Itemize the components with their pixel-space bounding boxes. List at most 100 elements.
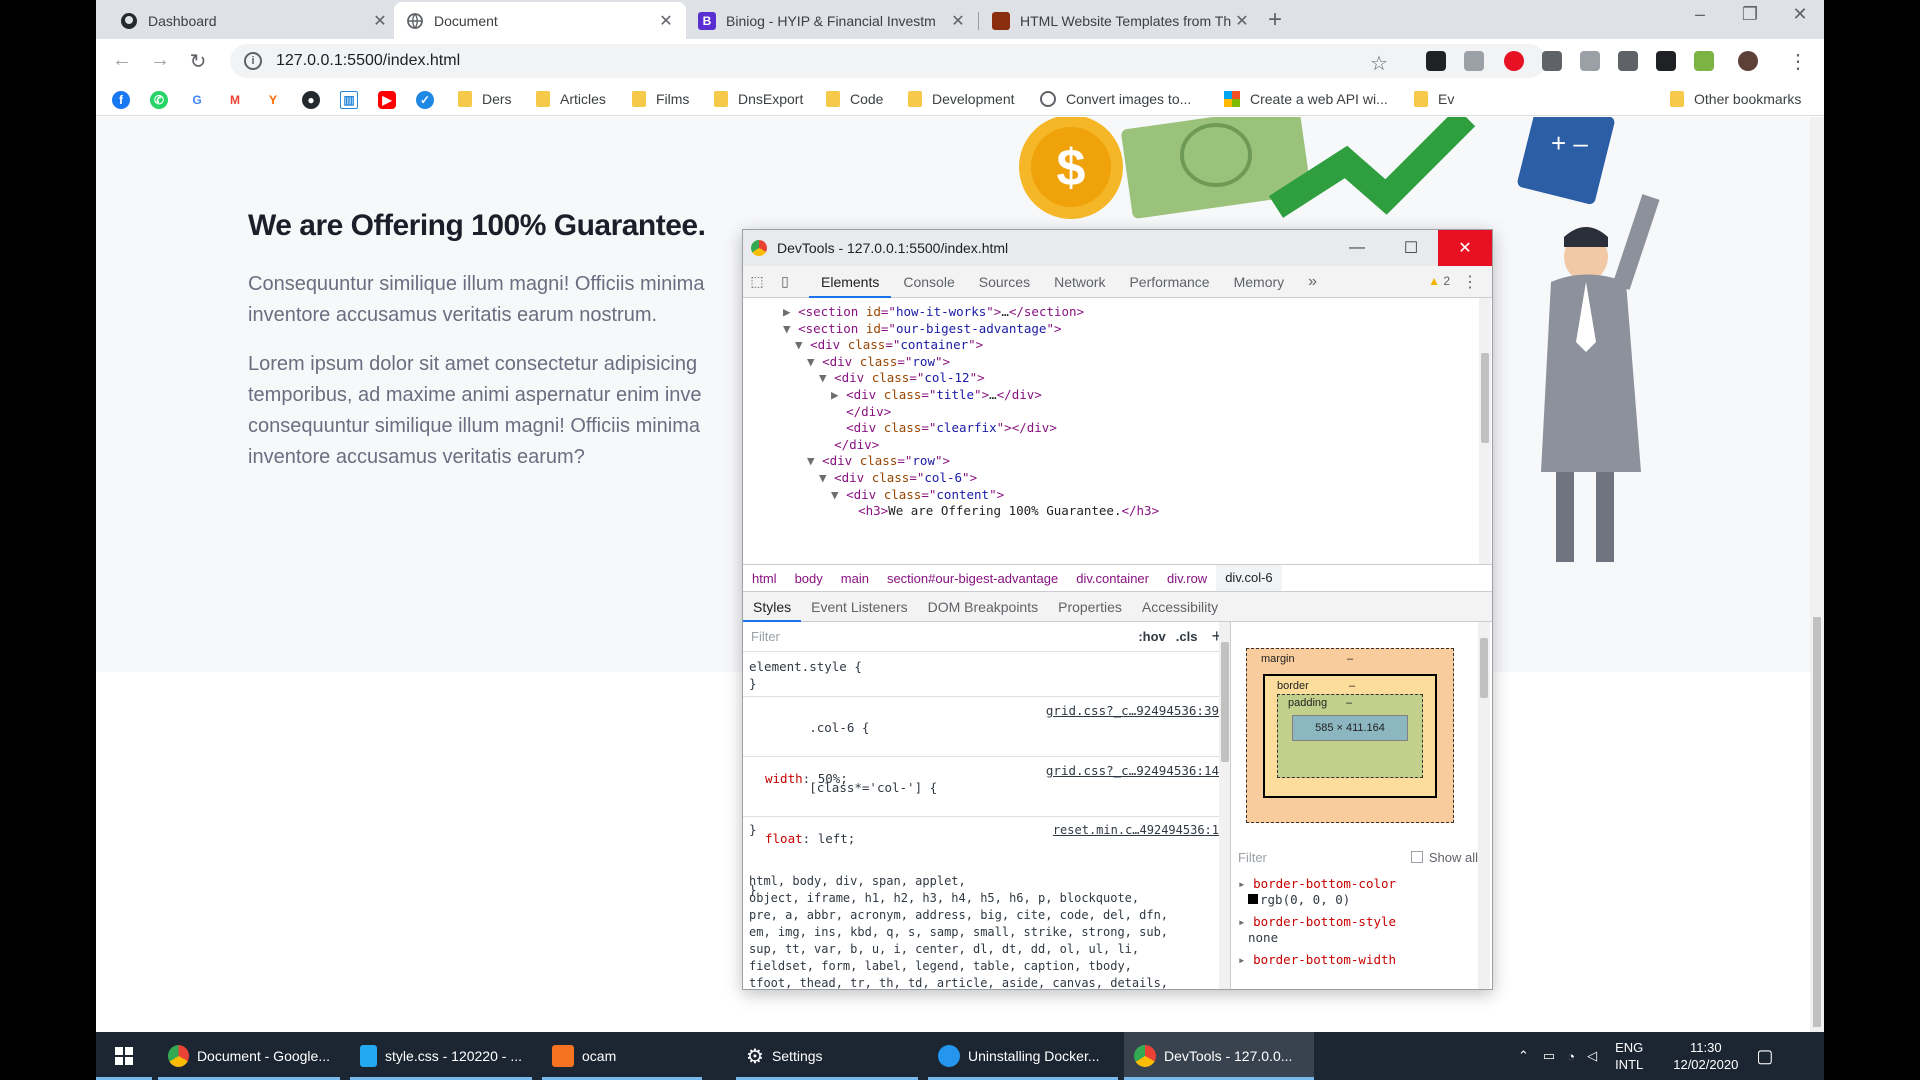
subtab-properties[interactable]: Properties xyxy=(1048,592,1132,622)
github-icon[interactable]: ● xyxy=(302,91,320,109)
tab-templates[interactable]: HTML Website Templates from Th ✕ xyxy=(980,2,1262,39)
gmail-icon[interactable]: M xyxy=(226,91,244,109)
extension-translate-icon[interactable] xyxy=(1694,51,1714,71)
breadcrumb-item[interactable]: body xyxy=(786,571,832,586)
bookmark-folder[interactable]: Code xyxy=(826,91,883,107)
volume-icon[interactable]: ◁ xyxy=(1587,1048,1597,1064)
hov-button[interactable]: :hov xyxy=(1138,629,1165,644)
maximize-icon[interactable]: ☐ xyxy=(1384,230,1438,266)
bookmark-star-icon[interactable]: ☆ xyxy=(1370,51,1388,76)
breadcrumb-item[interactable]: section#our-bigest-advantage xyxy=(878,571,1067,586)
color-swatch[interactable] xyxy=(1248,894,1258,904)
extension-facebook-icon[interactable] xyxy=(1618,51,1638,71)
restore-icon[interactable]: ❐ xyxy=(1730,4,1770,25)
styles-scrollbar[interactable] xyxy=(1219,622,1230,989)
language-indicator[interactable]: ENG INTL xyxy=(1615,1039,1643,1073)
scrollbar-thumb[interactable] xyxy=(1481,353,1489,443)
info-icon[interactable]: i xyxy=(244,52,262,70)
whatsapp-icon[interactable]: ✆ xyxy=(150,91,168,109)
other-bookmarks[interactable]: Other bookmarks xyxy=(1670,91,1801,107)
tab-console[interactable]: Console xyxy=(891,266,966,298)
tab-elements[interactable]: Elements xyxy=(809,266,892,298)
tab-memory[interactable]: Memory xyxy=(1222,266,1297,298)
extension-camera-icon[interactable] xyxy=(1464,51,1484,71)
expand-icon[interactable]: ▸ xyxy=(1238,952,1246,967)
bookmark-folder[interactable]: DnsExport xyxy=(714,91,803,107)
tab-network[interactable]: Network xyxy=(1042,266,1117,298)
breadcrumb-item[interactable]: div.col-6 xyxy=(1216,565,1282,591)
close-icon[interactable]: ✕ xyxy=(1234,11,1250,31)
scrollbar-thumb[interactable] xyxy=(1480,638,1488,698)
subtab-styles[interactable]: Styles xyxy=(743,592,802,622)
computed-property[interactable]: ▸ border-bottom-width xyxy=(1238,952,1478,968)
device-toolbar-icon[interactable]: ▯ xyxy=(771,273,799,290)
more-tabs-icon[interactable]: » xyxy=(1296,266,1329,298)
box-model-border[interactable]: border – padding – 585 × 411.164 xyxy=(1263,674,1437,798)
source-link[interactable]: grid.css?_c…92494536:14 xyxy=(1046,762,1219,779)
battery-icon[interactable]: ▭ xyxy=(1543,1048,1555,1064)
styles-filter-input[interactable]: Filter xyxy=(751,629,1138,644)
bookmark-folder[interactable]: Development xyxy=(908,91,1015,107)
expand-icon[interactable]: ▸ xyxy=(1238,876,1246,891)
close-icon[interactable]: ✕ xyxy=(372,11,388,31)
taskbar-item[interactable]: DevTools - 127.0.0... xyxy=(1124,1032,1314,1080)
element-style-rule[interactable]: element.style { } xyxy=(749,658,1219,692)
close-icon[interactable]: ✕ xyxy=(1438,230,1492,266)
devtools-titlebar[interactable]: DevTools - 127.0.0.1:5500/index.html — ☐… xyxy=(743,230,1492,266)
dom-scrollbar[interactable] xyxy=(1479,298,1491,564)
scrollbar-thumb[interactable] xyxy=(1221,642,1229,762)
wifi-icon[interactable]: ◔ xyxy=(1567,1049,1575,1064)
show-all-checkbox[interactable] xyxy=(1410,851,1423,863)
menu-icon[interactable]: ⋮ xyxy=(1786,49,1810,74)
close-icon[interactable]: ✕ xyxy=(658,11,674,31)
taskbar-item[interactable]: style.css - 120220 - ... xyxy=(350,1032,532,1080)
bookmark-folder[interactable]: Ev xyxy=(1414,91,1454,107)
page-scrollbar[interactable] xyxy=(1810,117,1824,1032)
reload-icon[interactable]: ↻ xyxy=(186,49,210,74)
minimize-icon[interactable]: — xyxy=(1330,230,1384,266)
subtab-dom-breakpoints[interactable]: DOM Breakpoints xyxy=(918,592,1048,622)
reset-rule[interactable]: reset.min.c…492494536:1 html, body, div,… xyxy=(749,822,1219,989)
clock[interactable]: 11:30 12/02/2020 xyxy=(1673,1039,1738,1073)
computed-property[interactable]: ▸ border-bottom-color rgb(0, 0, 0) xyxy=(1238,876,1478,908)
dom-node[interactable]: <h3>We are Offering 100% Guarantee.</h3> xyxy=(843,501,1159,521)
tab-document[interactable]: Document ✕ xyxy=(394,2,686,39)
tab-biniog[interactable]: B Biniog - HYIP & Financial Investm ✕ xyxy=(686,2,978,39)
notification-icon[interactable]: ▢ xyxy=(1756,1046,1773,1067)
new-tab-icon[interactable]: + xyxy=(1268,6,1282,34)
minimize-icon[interactable]: – xyxy=(1680,4,1720,25)
warnings-badge[interactable]: ▲ 2 xyxy=(1428,274,1450,288)
close-window-icon[interactable]: ✕ xyxy=(1780,4,1820,25)
source-link[interactable]: grid.css?_c…92494536:39 xyxy=(1046,702,1219,719)
back-icon[interactable]: ← xyxy=(110,49,134,72)
tab-sources[interactable]: Sources xyxy=(967,266,1042,298)
bookmark-folder[interactable]: Films xyxy=(632,91,689,107)
menu-icon[interactable]: ⋮ xyxy=(1462,272,1478,292)
taskbar-item[interactable]: ⚙ Settings xyxy=(736,1032,918,1080)
subtab-event-listeners[interactable]: Event Listeners xyxy=(801,592,918,622)
box-model-margin[interactable]: margin – border – padding – 585 × 411.16… xyxy=(1246,648,1454,823)
breadcrumb-item[interactable]: main xyxy=(832,571,878,586)
scrollbar-thumb[interactable] xyxy=(1813,617,1821,1027)
expand-icon[interactable]: ▸ xyxy=(1238,914,1246,929)
bookmark-link[interactable]: Create a web API wi... xyxy=(1224,91,1388,107)
taskbar-item[interactable]: Document - Google... xyxy=(158,1032,340,1080)
youtube-icon[interactable]: ▶ xyxy=(378,91,396,109)
breadcrumb-item[interactable]: div.row xyxy=(1158,571,1216,586)
taskbar-item[interactable]: ocam xyxy=(542,1032,702,1080)
close-icon[interactable]: ✕ xyxy=(950,11,966,31)
bookmark-folder[interactable]: Ders xyxy=(458,91,512,107)
avatar[interactable] xyxy=(1738,51,1758,71)
reader-icon[interactable]: ▥ xyxy=(340,91,358,109)
breadcrumb-item[interactable]: html xyxy=(743,571,786,586)
computed-filter-input[interactable]: Filter xyxy=(1238,850,1411,865)
extension-screencast-icon[interactable] xyxy=(1426,51,1446,71)
bookmark-link[interactable]: Convert images to... xyxy=(1040,91,1191,107)
tab-performance[interactable]: Performance xyxy=(1117,266,1221,298)
computed-scrollbar[interactable] xyxy=(1478,622,1490,989)
forward-icon[interactable]: → xyxy=(148,49,172,72)
extension-broadcast-icon[interactable] xyxy=(1542,51,1562,71)
todo-icon[interactable]: ✓ xyxy=(416,91,434,109)
google-icon[interactable]: G xyxy=(188,91,206,109)
breadcrumb-item[interactable]: div.container xyxy=(1067,571,1158,586)
